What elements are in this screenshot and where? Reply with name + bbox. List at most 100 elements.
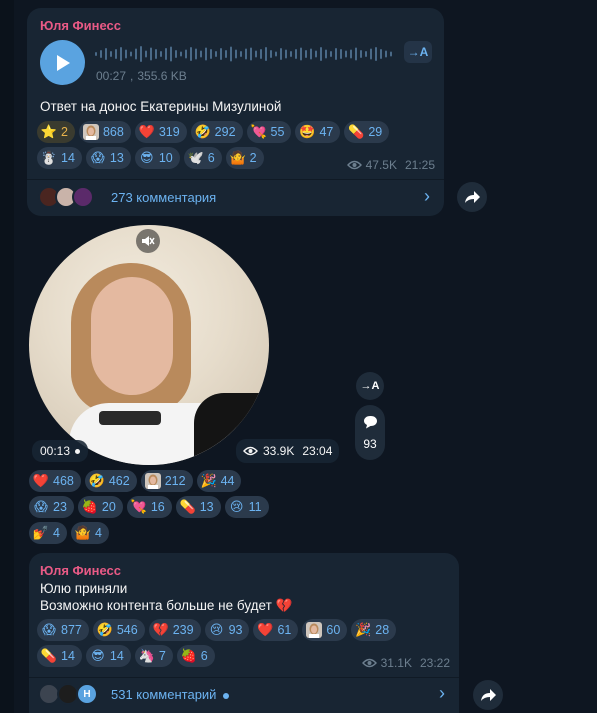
waveform-bar	[150, 47, 152, 61]
waveform-bar	[335, 48, 337, 60]
waveform-bar	[100, 50, 102, 58]
reaction-chip[interactable]: 💘 55	[246, 121, 292, 143]
voice-waveform[interactable]	[95, 43, 395, 65]
reaction-chip[interactable]: 🍓 6	[176, 645, 215, 667]
share-button[interactable]	[457, 182, 487, 212]
reaction-chip[interactable]: 💘 16	[126, 496, 172, 518]
muted-speaker-icon	[142, 236, 155, 246]
comments-bar[interactable]: Н 531 комментарий ›	[29, 677, 459, 713]
waveform-bar	[145, 50, 147, 58]
video-note[interactable]	[29, 225, 269, 465]
transcribe-button[interactable]: →A	[356, 372, 384, 400]
scream-icon: 😱	[34, 499, 48, 514]
views-count: 33.9K	[263, 444, 295, 458]
reaction-chip[interactable]: 😎 14	[85, 645, 131, 667]
heart-icon: ❤️	[32, 473, 50, 488]
reaction-chip[interactable]: 🤣 546	[92, 619, 145, 641]
reaction-chip[interactable]: ❤️ 61	[253, 619, 299, 641]
waveform-bar	[360, 50, 362, 58]
sunglasses-icon: 😎	[140, 150, 154, 165]
reaction-count: 319	[158, 125, 180, 139]
waveform-bar	[280, 48, 282, 60]
sender-name[interactable]: Юля Финесс	[40, 18, 121, 33]
sender-name[interactable]: Юля Финесс	[40, 563, 121, 578]
reaction-chip[interactable]: 😎 10	[134, 147, 180, 169]
waveform-bar	[140, 46, 142, 62]
reaction-chip[interactable]: 😱 23	[29, 496, 74, 518]
reaction-chip[interactable]: ☃️ 14	[37, 147, 82, 169]
waveform-bar	[385, 50, 387, 58]
reaction-chip[interactable]: 60	[302, 619, 348, 641]
comments-button[interactable]: 93	[355, 405, 385, 460]
reaction-count: 29	[368, 125, 383, 139]
custom-avatar-icon	[144, 473, 161, 489]
waveform-bar	[265, 47, 267, 61]
waveform-bar	[120, 47, 122, 61]
reaction-chip[interactable]: 🤣 292	[190, 121, 243, 143]
reaction-chip[interactable]: 🤣 462	[84, 470, 137, 492]
reaction-chip[interactable]: ❤️ 319	[134, 121, 187, 143]
reaction-count: 11	[248, 500, 262, 514]
message-time: 23:22	[419, 656, 450, 670]
reaction-count: 877	[61, 623, 82, 637]
transcribe-label: →A	[407, 45, 429, 59]
waveform-bar	[325, 49, 327, 59]
reaction-chip[interactable]: 🎉 28	[351, 619, 397, 641]
reaction-chip[interactable]: ❤️ 468	[29, 470, 81, 492]
waveform-bar	[295, 49, 297, 59]
waveform-bar	[125, 49, 127, 59]
reaction-chip[interactable]: 💊 14	[37, 645, 82, 667]
comments-bar[interactable]: 273 комментария ›	[27, 179, 444, 216]
voice-info: 00:27, 355.6 KB	[96, 69, 187, 83]
reaction-chip[interactable]: 😢 11	[224, 496, 269, 518]
transcribe-button[interactable]: →A	[404, 41, 432, 63]
rofl-icon: 🤣	[194, 124, 211, 139]
reaction-chip[interactable]: 💊 13	[175, 496, 221, 518]
reaction-chip[interactable]: 🦄 7	[134, 645, 173, 667]
waveform-bar	[160, 51, 162, 57]
waveform-bar	[205, 47, 207, 61]
pill-icon: 💊	[179, 499, 196, 514]
reaction-count: 868	[102, 125, 124, 139]
reaction-chip[interactable]: 💔 239	[148, 619, 201, 641]
waveform-bar	[230, 46, 232, 62]
starstruck-icon: 🤩	[299, 124, 316, 139]
message-time: 21:25	[404, 158, 435, 172]
chevron-right-icon: ›	[424, 186, 430, 206]
reaction-chip[interactable]: 🍓 20	[77, 496, 123, 518]
share-arrow-icon	[464, 190, 480, 203]
reaction-chip[interactable]: 😱 13	[85, 147, 131, 169]
reaction-chip[interactable]: 212	[140, 470, 193, 492]
play-button[interactable]	[40, 40, 85, 85]
waveform-bar	[365, 51, 367, 57]
cry-icon: 😢	[229, 499, 244, 514]
reaction-chip[interactable]: ⭐ 2	[37, 121, 75, 143]
reaction-chip[interactable]: 😱 877	[37, 619, 89, 641]
reaction-chip[interactable]: 💊 29	[344, 121, 390, 143]
reactions-row: 💅 4 🤷 4	[29, 522, 109, 544]
reaction-chip[interactable]: 💅 4	[29, 522, 67, 544]
play-icon	[56, 54, 70, 71]
muted-icon-button[interactable]	[136, 229, 160, 253]
chevron-right-icon: ›	[439, 683, 445, 703]
waveform-bar	[300, 47, 302, 61]
reaction-count: 61	[277, 623, 292, 637]
pill-icon: 💊	[348, 124, 365, 139]
share-button[interactable]	[473, 680, 503, 710]
reactions-row: 😱 23 🍓 20 💘 16 💊 13 😢 11	[29, 496, 269, 518]
reaction-chip[interactable]: 868	[78, 121, 131, 143]
heart-arrow-icon: 💘	[250, 124, 267, 139]
waveform-bar	[290, 51, 292, 57]
reaction-chip[interactable]: 🕊️ 6	[183, 147, 222, 169]
reaction-chip[interactable]: 🤷 4	[70, 522, 109, 544]
reactions-row: ⭐ 2 868 ❤️ 319 🤣 292 💘 55 🤩 47 💊 29	[37, 121, 390, 143]
comments-label: 531 комментарий	[111, 687, 217, 702]
reaction-chip[interactable]: 😢 93	[204, 619, 250, 641]
waveform-bar	[370, 48, 372, 60]
cry-icon: 😢	[209, 622, 224, 637]
reaction-chip[interactable]: 🤷 2	[225, 147, 264, 169]
post-voice-message: Юля Финесс 00:27, 355.6 KB →A Ответ на д…	[27, 8, 444, 216]
reaction-chip[interactable]: 🤩 47	[295, 121, 341, 143]
reaction-chip[interactable]: 🎉 44	[196, 470, 242, 492]
views-count: 31.1K	[380, 656, 412, 670]
